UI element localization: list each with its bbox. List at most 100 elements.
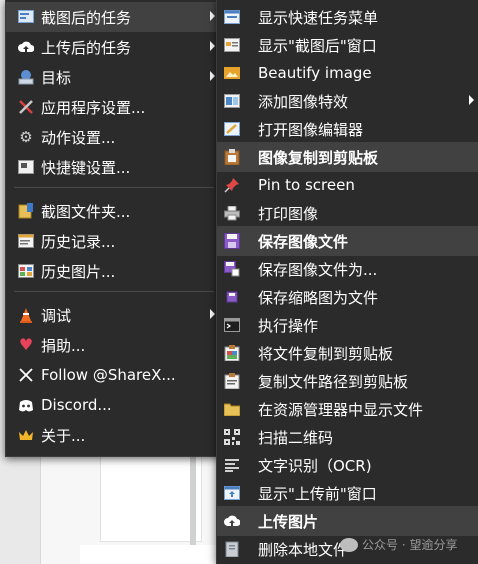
submenu-item-label: 图像复制到剪贴板 [258,148,379,167]
menu-item-label: 应用程序设置... [41,98,146,117]
submenu-arrow-icon [210,71,215,81]
submenu-arrow-icon [210,309,215,319]
submenu-item-pin-to-screen[interactable]: Pin to screen [217,170,478,200]
submenu-item-scan-qr-code[interactable]: 扫描二维码 [217,422,478,452]
save-icon [224,233,240,249]
clipboard-image-icon [224,149,240,165]
crown-icon [18,427,34,443]
submenu-item-beautify-image[interactable]: Beautify image [217,58,478,88]
save-thumbnail-icon [224,289,240,305]
tray-context-menu: 截图后的任务 上传后的任务 目标 应用程序设置... ⚙ 动作设置... 快捷键… [5,0,221,457]
menu-item-donate[interactable]: ♥ 捐助... [6,330,220,360]
watermark: 公众号 · 望逾分享 [340,536,457,553]
submenu-item-label: 删除本地文件 [258,540,349,559]
menu-item-label: 历史记录... [41,232,116,251]
submenu-item-label: 复制文件路径到剪贴板 [258,372,409,391]
submenu-item-label: 添加图像特效 [258,92,349,111]
menu-item-debug[interactable]: 调试 [6,300,220,330]
copy-file-icon [224,345,240,361]
submenu-item-after-capture-window[interactable]: 显示"截图后"窗口 [217,30,478,60]
submenu-item-label: 文字识别（OCR) [258,456,372,475]
submenu-item-copy-file-path[interactable]: 复制文件路径到剪贴板 [217,366,478,396]
menu-item-discord[interactable]: Discord... [6,390,220,420]
submenu-item-copy-file-to-clipboard[interactable]: 将文件复制到剪贴板 [217,338,478,368]
submenu-item-label: 保存图像文件 [258,232,349,251]
menu-item-about[interactable]: 关于... [6,420,220,450]
submenu-item-label: 显示"截图后"窗口 [258,36,377,55]
menu-item-label: 历史图片... [41,262,116,281]
submenu-item-label: 扫描二维码 [258,428,334,447]
keyboard-icon [18,159,34,175]
beautify-icon [224,65,240,81]
window-icon [224,37,240,53]
menu-item-label: 动作设置... [41,128,116,147]
menu-item-label: 上传后的任务 [41,38,132,57]
menu-item-label: 目标 [41,68,72,87]
menu-separator [14,291,214,292]
menu-item-action-settings[interactable]: ⚙ 动作设置... [6,122,220,152]
submenu-item-before-upload-window[interactable]: 显示"上传前"窗口 [217,478,478,508]
menu-item-follow-sharex[interactable]: Follow @ShareX... [6,360,220,390]
menu-item-label: 捐助... [41,336,86,355]
qr-code-icon [224,429,240,445]
cloud-upload-icon [224,513,240,529]
delete-file-icon [224,541,240,557]
explorer-folder-icon [224,401,240,417]
submenu-item-perform-actions[interactable]: 执行操作 [217,310,478,340]
printer-icon [224,205,240,221]
quick-task-menu-icon [224,9,240,25]
submenu-item-label: 在资源管理器中显示文件 [258,400,424,419]
destination-icon [18,69,34,85]
x-logo-icon [18,367,34,383]
submenu-item-label: 保存缩略图为文件 [258,288,379,307]
wechat-logo-icon [340,537,358,552]
menu-item-label: 关于... [41,426,86,445]
submenu-item-save-thumbnail[interactable]: 保存缩略图为文件 [217,282,478,312]
discord-icon [18,397,34,413]
submenu-item-quick-task-menu[interactable]: 显示快速任务菜单 [217,2,478,32]
menu-item-after-capture-tasks[interactable]: 截图后的任务 [6,2,220,32]
folder-icon [18,203,34,219]
ocr-icon [224,457,240,473]
submenu-item-label: 将文件复制到剪贴板 [258,344,394,363]
submenu-item-label: 保存图像文件为... [258,260,378,279]
menu-separator [14,187,214,188]
submenu-item-ocr[interactable]: 文字识别（OCR) [217,450,478,480]
submenu-item-add-image-effects[interactable]: 添加图像特效 [217,86,478,116]
menu-item-screenshots-folder[interactable]: 截图文件夹... [6,196,220,226]
submenu-item-label: Pin to screen [258,176,355,194]
capture-task-icon [18,9,34,25]
submenu-item-label: 显示快速任务菜单 [258,8,379,27]
image-editor-icon [224,121,240,137]
submenu-item-copy-image-to-clipboard[interactable]: 图像复制到剪贴板 [217,142,478,172]
copy-path-icon [224,373,240,389]
submenu-item-label: 打开图像编辑器 [258,120,364,139]
submenu-item-label: 上传图片 [258,512,319,531]
submenu-item-label: 打印图像 [258,204,319,223]
menu-item-label: Discord... [41,396,112,414]
submenu-item-upload-image[interactable]: 上传图片 [217,506,478,536]
submenu-item-save-image-as[interactable]: 保存图像文件为... [217,254,478,284]
terminal-icon [224,317,240,333]
menu-item-hotkey-settings[interactable]: 快捷键设置... [6,152,220,182]
effects-icon [224,93,240,109]
menu-item-destinations[interactable]: 目标 [6,62,220,92]
gear-icon: ⚙ [19,128,33,146]
menu-item-image-history[interactable]: 历史图片... [6,256,220,286]
menu-item-history[interactable]: 历史记录... [6,226,220,256]
menu-item-label: 截图后的任务 [41,8,132,27]
submenu-item-label: 显示"上传前"窗口 [258,484,377,503]
submenu-item-print-image[interactable]: 打印图像 [217,198,478,228]
submenu-item-save-image-file[interactable]: 保存图像文件 [217,226,478,256]
submenu-arrow-icon [210,41,215,51]
menu-item-after-upload-tasks[interactable]: 上传后的任务 [6,32,220,62]
traffic-cone-icon [18,307,34,323]
submenu-item-open-image-editor[interactable]: 打开图像编辑器 [217,114,478,144]
submenu-item-show-in-explorer[interactable]: 在资源管理器中显示文件 [217,394,478,424]
menu-item-application-settings[interactable]: 应用程序设置... [6,92,220,122]
wrench-screwdriver-icon [18,99,34,115]
menu-item-label: 截图文件夹... [41,202,131,221]
pin-icon [224,177,240,193]
before-upload-window-icon [224,485,240,501]
heart-icon: ♥ [18,335,34,354]
